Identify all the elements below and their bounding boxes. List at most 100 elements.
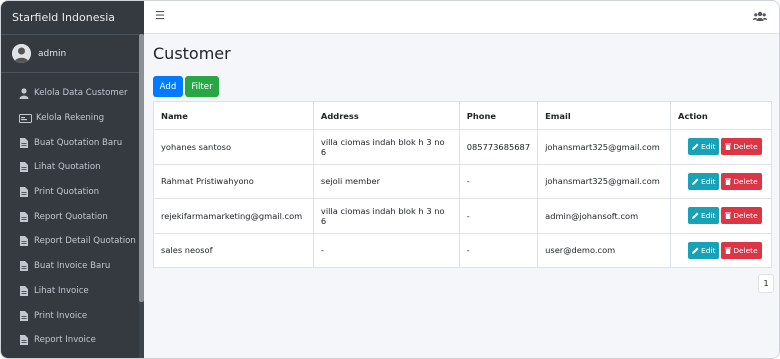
column-header-action: Action [670, 101, 772, 130]
cell-name: sales neosof [153, 232, 314, 268]
delete-button[interactable]: Delete [721, 172, 762, 190]
brand-link[interactable]: Starfield Indonesia [1, 1, 144, 35]
file-icon [18, 211, 30, 223]
cell-phone: - [458, 163, 539, 199]
sidebar-item-lihat-invoice[interactable]: Lihat Invoice [1, 279, 139, 304]
cell-actions: Edit Delete [670, 163, 772, 199]
delete-label: Delete [733, 142, 758, 152]
sidebar-item-report-quotation[interactable]: Report Quotation [1, 204, 139, 229]
user-panel[interactable]: admin [1, 35, 144, 73]
sidebar-item-print-quotation[interactable]: Print Quotation [1, 180, 139, 205]
cell-address: villa ciomas indah blok h 3 no 6 [312, 129, 460, 165]
sidebar-item-label: Buat Quotation Baru [34, 137, 123, 148]
cell-address: sejoli member [312, 163, 460, 199]
trash-icon [725, 178, 732, 185]
delete-button[interactable]: Delete [721, 138, 762, 156]
table-header-row: Name Address Phone Email Action [153, 101, 772, 130]
sidebar: Starfield Indonesia admin Kelola Data Cu… [1, 1, 144, 358]
cell-email: admin@johansoft.com [537, 198, 672, 234]
page-title: Customer [153, 44, 231, 63]
pencil-icon [692, 247, 699, 254]
edit-label: Edit [701, 176, 716, 186]
user-icon [18, 87, 30, 99]
cell-email: user@demo.com [537, 232, 672, 268]
file-icon [18, 137, 30, 149]
cell-phone: 085773685687 [458, 129, 539, 165]
sidebar-item-buat-invoice-baru[interactable]: Buat Invoice Baru [1, 254, 139, 279]
top-navbar [144, 1, 779, 34]
sidebar-item-label: Lihat Quotation [34, 162, 101, 173]
trash-icon [725, 143, 732, 151]
file-icon [18, 235, 30, 247]
sidebar-item-label: Print Invoice [34, 310, 88, 321]
cell-actions: Edit Delete [670, 232, 772, 268]
edit-button[interactable]: Edit [688, 172, 720, 190]
sidebar-item-label: Report Detail Quotation [34, 236, 136, 247]
cell-name: Rahmat Pristiwahyono [153, 163, 314, 199]
column-header-address[interactable]: Address [312, 101, 460, 130]
sidebar-item-label: Kelola Data Customer [34, 88, 128, 99]
sidebar-item-label: Lihat Invoice [34, 285, 89, 296]
sidebar-item-label: Buat Invoice Baru [34, 261, 111, 272]
app-window: Starfield Indonesia admin Kelola Data Cu… [0, 0, 780, 359]
cell-address: - [312, 232, 460, 268]
table-row: sales neosof - - user@demo.com Edit Dele… [153, 232, 772, 268]
sidebar-item-report-detail-quotation[interactable]: Report Detail Quotation [1, 229, 139, 254]
column-header-phone[interactable]: Phone [458, 101, 539, 130]
file-icon [18, 161, 30, 173]
user-name: admin [38, 48, 67, 59]
file-icon [18, 260, 30, 272]
cell-name: yohanes santoso [153, 129, 314, 165]
edit-button[interactable]: Edit [688, 207, 720, 225]
file-icon [18, 334, 30, 346]
table-row: Rahmat Pristiwahyono sejoli member - joh… [153, 163, 772, 199]
edit-button[interactable]: Edit [688, 138, 720, 156]
file-icon [18, 285, 30, 297]
pencil-icon [692, 178, 699, 185]
delete-button[interactable]: Delete [721, 241, 762, 259]
delete-button[interactable]: Delete [721, 207, 762, 225]
delete-label: Delete [733, 245, 758, 255]
trash-icon [725, 247, 732, 254]
sidebar-item-label: Report Invoice [34, 335, 96, 346]
pagination-page-1[interactable]: 1 [758, 274, 774, 293]
card-icon [18, 112, 32, 124]
sidebar-nav: Kelola Data Customer Kelola Rekening Bua… [1, 81, 139, 353]
delete-label: Delete [733, 176, 758, 186]
edit-label: Edit [701, 211, 716, 221]
file-icon [18, 186, 30, 198]
pencil-icon [692, 143, 699, 151]
cell-email: johansmart325@gmail.com [537, 129, 672, 165]
sidebar-item-label: Print Quotation [34, 187, 100, 198]
menu-toggle-icon[interactable] [156, 10, 168, 22]
sidebar-item-kelola-data-customer[interactable]: Kelola Data Customer [1, 81, 139, 106]
file-icon [18, 310, 30, 322]
column-header-name[interactable]: Name [153, 101, 314, 130]
cell-address: villa ciomas indah blok h 3 no 6 [312, 198, 460, 234]
sidebar-item-kelola-rekening[interactable]: Kelola Rekening [1, 106, 139, 131]
customer-table: Name Address Phone Email Action yohanes … [153, 101, 772, 268]
pencil-icon [692, 212, 699, 220]
delete-label: Delete [733, 211, 758, 221]
edit-button[interactable]: Edit [688, 241, 720, 259]
cell-actions: Edit Delete [670, 129, 772, 165]
table-row: yohanes santoso villa ciomas indah blok … [153, 129, 772, 165]
cell-email: johansmart325@gmail.com [537, 163, 672, 199]
add-button[interactable]: Add [153, 76, 183, 97]
table-row: rejekifarmamarketing@gmail.com villa cio… [153, 198, 772, 234]
sidebar-item-report-invoice[interactable]: Report Invoice [1, 328, 139, 353]
filter-button[interactable]: Filter [185, 76, 219, 97]
cell-name: rejekifarmamarketing@gmail.com [153, 198, 314, 234]
trash-icon [725, 212, 732, 220]
sidebar-item-buat-quotation-baru[interactable]: Buat Quotation Baru [1, 130, 139, 155]
sidebar-item-label: Kelola Rekening [36, 113, 105, 124]
sidebar-item-lihat-quotation[interactable]: Lihat Quotation [1, 155, 139, 180]
avatar [12, 44, 31, 63]
cell-phone: - [458, 232, 539, 268]
sidebar-item-print-invoice[interactable]: Print Invoice [1, 303, 139, 328]
edit-label: Edit [701, 142, 716, 152]
main-content: Customer Add Filter Name Address Phone E… [144, 34, 779, 358]
users-icon[interactable] [753, 11, 767, 22]
brand-title: Starfield Indonesia [12, 11, 115, 24]
column-header-email[interactable]: Email [537, 101, 672, 130]
